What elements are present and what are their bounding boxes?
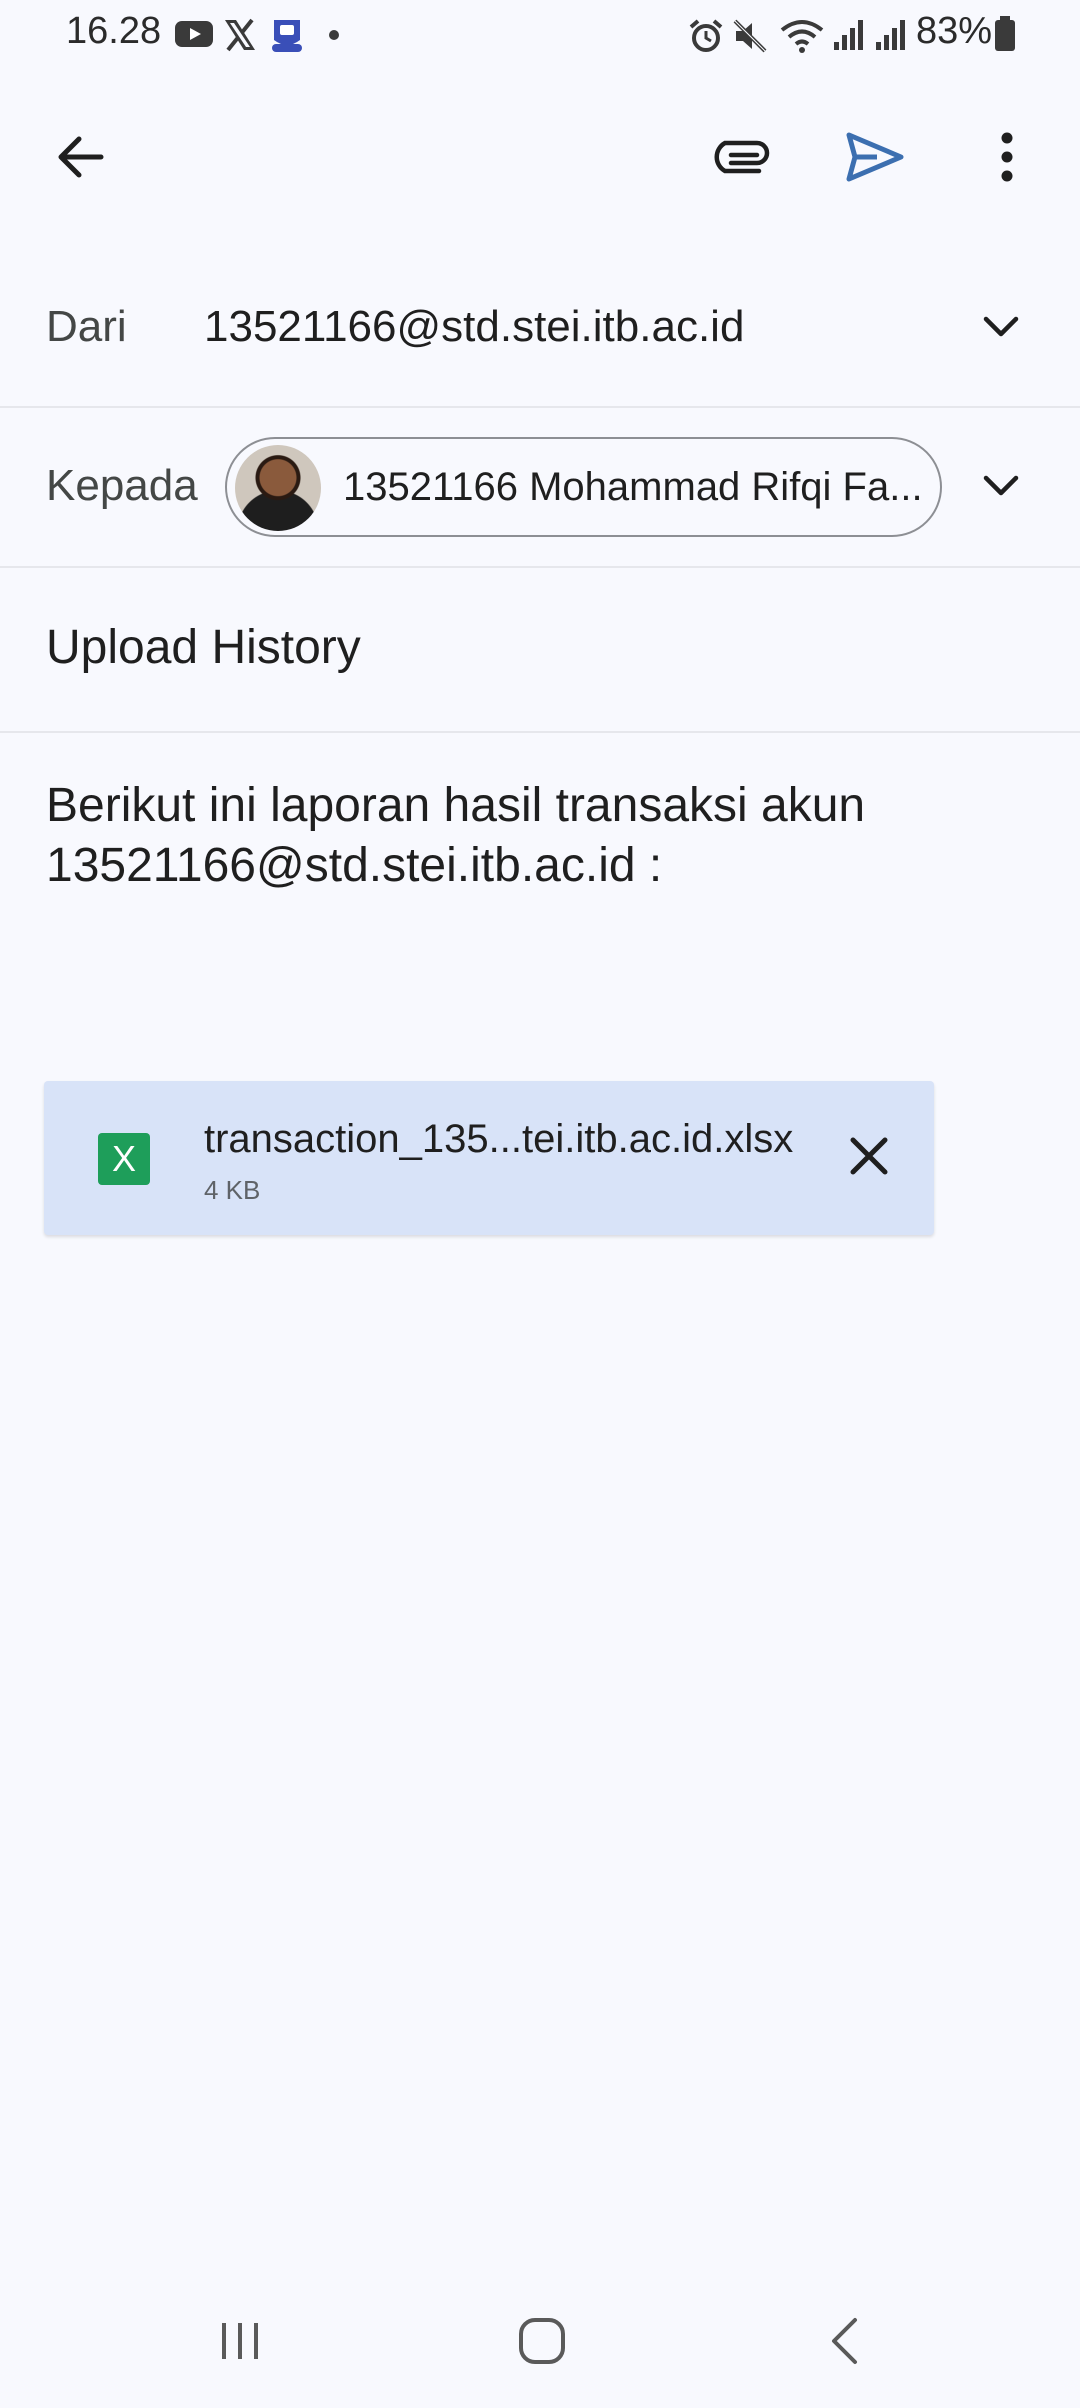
back-arrow-icon bbox=[53, 133, 105, 186]
nav-back-button[interactable] bbox=[784, 2298, 904, 2388]
signal-icon bbox=[874, 18, 908, 57]
home-icon bbox=[518, 2317, 566, 2370]
recipient-chip[interactable]: 13521166 Mohammad Rifqi Fa... bbox=[225, 437, 942, 537]
back-button[interactable] bbox=[34, 114, 124, 204]
body-line: Berikut ini laporan hasil transaksi akun bbox=[46, 779, 866, 832]
more-options-button[interactable] bbox=[962, 114, 1052, 204]
signal-icon bbox=[832, 18, 866, 57]
attach-icon bbox=[711, 137, 771, 182]
x-icon bbox=[222, 18, 258, 57]
send-button[interactable] bbox=[830, 114, 920, 204]
to-label: Kepada bbox=[46, 461, 198, 510]
close-icon bbox=[849, 1136, 889, 1181]
to-dropdown-button[interactable] bbox=[956, 443, 1046, 533]
youtube-icon bbox=[174, 18, 214, 55]
attachment-size: 4 KB bbox=[204, 1175, 261, 1205]
home-button[interactable] bbox=[482, 2298, 602, 2388]
recents-icon bbox=[218, 2321, 262, 2366]
subject-field[interactable]: Upload History bbox=[46, 620, 361, 675]
wifi-icon bbox=[780, 18, 824, 59]
excel-file-icon: X bbox=[98, 1133, 150, 1185]
divider bbox=[0, 566, 1080, 568]
battery-icon bbox=[994, 16, 1016, 57]
more-vert-icon bbox=[1000, 132, 1014, 187]
recipient-name: 13521166 Mohammad Rifqi Fa... bbox=[343, 465, 923, 509]
recents-button[interactable] bbox=[180, 2298, 300, 2388]
mute-icon bbox=[732, 18, 768, 59]
status-bar: 16.28 83% bbox=[0, 0, 1080, 70]
divider bbox=[0, 731, 1080, 733]
attachment-card[interactable]: X transaction_135...tei.itb.ac.id.xlsx 4… bbox=[44, 1081, 934, 1235]
back-icon bbox=[829, 2317, 859, 2370]
send-icon bbox=[845, 131, 905, 188]
battery-percent: 83% bbox=[916, 10, 993, 52]
chevron-down-icon bbox=[983, 475, 1019, 502]
remove-attachment-button[interactable] bbox=[824, 1113, 914, 1203]
dot-icon bbox=[328, 28, 340, 46]
avatar bbox=[235, 445, 321, 531]
status-time: 16.28 bbox=[66, 10, 162, 52]
from-dropdown-button[interactable] bbox=[956, 284, 1046, 374]
body-line: 13521166@std.stei.itb.ac.id : bbox=[46, 839, 663, 892]
alarm-icon bbox=[688, 18, 724, 59]
attach-button[interactable] bbox=[696, 114, 786, 204]
divider bbox=[0, 406, 1080, 408]
body-field[interactable]: Berikut ini laporan hasil transaksi akun… bbox=[46, 776, 1006, 896]
from-field[interactable]: 13521166@std.stei.itb.ac.id bbox=[204, 302, 744, 352]
app-icon bbox=[268, 18, 306, 59]
chevron-down-icon bbox=[983, 316, 1019, 343]
from-label: Dari bbox=[46, 302, 127, 351]
attachment-filename: transaction_135...tei.itb.ac.id.xlsx bbox=[204, 1117, 794, 1161]
